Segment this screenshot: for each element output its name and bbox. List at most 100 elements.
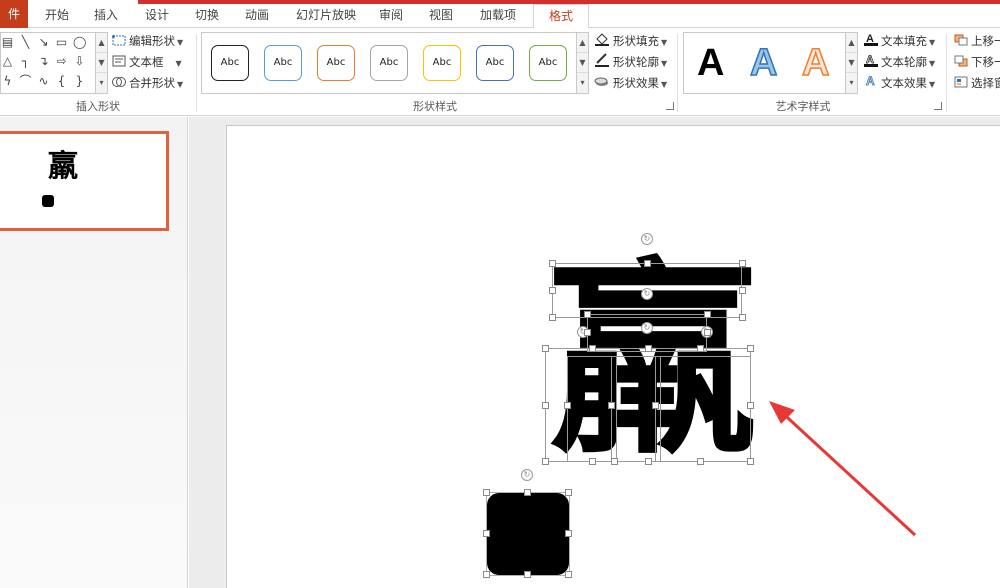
selection-pane-button[interactable]: 选择窗: [954, 74, 1000, 92]
shape-styles-gallery[interactable]: Abc Abc Abc Abc Abc Abc Abc ▲ ▼ ▾: [201, 32, 589, 94]
textbox-shape-icon[interactable]: ▤: [1, 35, 14, 49]
shape-style-preset[interactable]: Abc: [529, 45, 567, 81]
resize-handle[interactable]: [697, 345, 704, 352]
rotate-handle-icon[interactable]: ↻: [641, 233, 653, 245]
slide-thumbnail[interactable]: 羸: [0, 131, 169, 231]
shape-effects-button[interactable]: 形状效果 ▼: [594, 74, 667, 92]
dialog-launcher-icon[interactable]: [666, 102, 674, 110]
resize-handle[interactable]: [584, 329, 591, 336]
tab-insert[interactable]: 插入: [90, 6, 122, 28]
right-brace-shape-icon[interactable]: }: [73, 74, 86, 88]
tab-file[interactable]: 件: [0, 0, 28, 28]
wordart-sample-blue[interactable]: A: [749, 41, 778, 85]
slide-canvas[interactable]: 羸 ↻ ↻ ↻ ↻ ↻ ↻: [226, 125, 1000, 588]
left-brace-shape-icon[interactable]: {: [55, 74, 68, 88]
tab-animations[interactable]: 动画: [241, 6, 273, 28]
rotate-handle-icon[interactable]: ↻: [641, 288, 653, 300]
resize-handle[interactable]: [483, 571, 490, 578]
resize-handle[interactable]: [608, 402, 615, 409]
elbow-connector-shape-icon[interactable]: ┐: [19, 54, 32, 68]
resize-handle[interactable]: [549, 287, 556, 294]
resize-handle[interactable]: [697, 458, 704, 465]
resize-handle[interactable]: [524, 489, 531, 496]
resize-handle[interactable]: [565, 530, 572, 537]
resize-handle[interactable]: [747, 345, 754, 352]
resize-handle[interactable]: [739, 260, 746, 267]
elbow-arrow-shape-icon[interactable]: ↴: [37, 54, 50, 68]
resize-handle[interactable]: [542, 402, 549, 409]
triangle-shape-icon[interactable]: △: [1, 54, 14, 68]
resize-handle[interactable]: [747, 402, 754, 409]
down-arrow-shape-icon[interactable]: ⇩: [73, 54, 86, 68]
resize-handle[interactable]: [542, 345, 549, 352]
wordart-sample-orange[interactable]: A: [801, 41, 830, 85]
dialog-launcher-icon[interactable]: [934, 102, 942, 110]
wordart-sample-black[interactable]: A: [697, 41, 724, 85]
text-fill-button[interactable]: A 文本填充 ▼: [864, 32, 935, 50]
resize-handle[interactable]: [589, 458, 596, 465]
tab-review[interactable]: 审阅: [375, 6, 407, 28]
tab-addins[interactable]: 加载项: [476, 6, 520, 28]
scroll-up-icon[interactable]: ▲: [96, 33, 107, 53]
tab-view[interactable]: 视图: [425, 6, 457, 28]
tab-format[interactable]: 格式: [533, 4, 589, 29]
tab-design[interactable]: 设计: [141, 6, 173, 28]
edit-shape-button[interactable]: 编辑形状 ▼: [112, 32, 183, 50]
shape-style-preset[interactable]: Abc: [423, 45, 461, 81]
scroll-down-icon[interactable]: ▼: [577, 53, 588, 73]
shapes-gallery[interactable]: ▤ ╲ ↘ ▭ ◯ △ ┐ ↴ ⇨ ⇩ ϟ ⌒ ∿ { } ▲ ▼ ▾: [0, 32, 108, 94]
resize-handle[interactable]: [739, 287, 746, 294]
resize-handle[interactable]: [589, 345, 596, 352]
shape-fill-button[interactable]: 形状填充 ▼: [594, 32, 667, 50]
resize-handle[interactable]: [549, 260, 556, 267]
right-arrow-shape-icon[interactable]: ⇨: [55, 54, 68, 68]
bring-forward-button[interactable]: 上移一: [954, 32, 1000, 50]
scroll-down-icon[interactable]: ▼: [96, 53, 107, 73]
shape-style-preset[interactable]: Abc: [211, 45, 249, 81]
tab-transitions[interactable]: 切换: [191, 6, 223, 28]
resize-handle[interactable]: [483, 530, 490, 537]
wordart-styles-gallery[interactable]: A A A ▲ ▼ ▾: [683, 32, 858, 94]
text-effects-button[interactable]: A 文本效果 ▼: [864, 74, 936, 92]
gallery-more-icon[interactable]: ▾: [846, 73, 857, 93]
freeform-shape-icon[interactable]: ∿: [37, 74, 50, 88]
gallery-more-icon[interactable]: ▾: [96, 73, 107, 93]
shape-style-preset[interactable]: Abc: [317, 45, 355, 81]
arrow-line-shape-icon[interactable]: ↘: [37, 35, 50, 49]
resize-handle[interactable]: [747, 458, 754, 465]
rectangle-shape-icon[interactable]: ▭: [55, 35, 68, 49]
resize-handle[interactable]: [565, 489, 572, 496]
resize-handle[interactable]: [645, 458, 652, 465]
resize-handle[interactable]: [542, 458, 549, 465]
scroll-up-icon[interactable]: ▲: [577, 33, 588, 53]
lightning-shape-icon[interactable]: ϟ: [1, 74, 14, 88]
send-backward-button[interactable]: 下移一: [954, 53, 1000, 71]
resize-handle[interactable]: [644, 260, 651, 267]
resize-handle[interactable]: [704, 311, 711, 318]
tab-home[interactable]: 开始: [41, 6, 73, 28]
shape-style-preset[interactable]: Abc: [370, 45, 408, 81]
selection-frame-square[interactable]: [486, 492, 570, 576]
resize-handle[interactable]: [739, 314, 746, 321]
resize-handle[interactable]: [483, 489, 490, 496]
resize-handle[interactable]: [704, 329, 711, 336]
text-outline-button[interactable]: A 文本轮廓 ▼: [864, 53, 935, 71]
selection-frame-right-radical[interactable]: [655, 356, 751, 462]
resize-handle[interactable]: [524, 571, 531, 578]
resize-handle[interactable]: [652, 402, 659, 409]
resize-handle[interactable]: [645, 345, 652, 352]
rotate-handle-icon[interactable]: ↻: [521, 469, 533, 481]
resize-handle[interactable]: [565, 571, 572, 578]
rotate-handle-icon[interactable]: ↻: [641, 322, 653, 334]
gallery-more-icon[interactable]: ▾: [577, 73, 588, 93]
resize-handle[interactable]: [564, 402, 571, 409]
shape-style-preset[interactable]: Abc: [264, 45, 302, 81]
text-box-button[interactable]: 文本框 ▼: [112, 53, 182, 71]
line-shape-icon[interactable]: ╲: [19, 35, 32, 49]
resize-handle[interactable]: [584, 311, 591, 318]
scroll-up-icon[interactable]: ▲: [846, 33, 857, 53]
merge-shapes-button[interactable]: 合并形状 ▼: [112, 74, 183, 92]
curve-shape-icon[interactable]: ⌒: [19, 74, 32, 88]
shape-outline-button[interactable]: 形状轮廓 ▼: [594, 53, 667, 71]
tab-slideshow[interactable]: 幻灯片放映: [292, 6, 360, 28]
